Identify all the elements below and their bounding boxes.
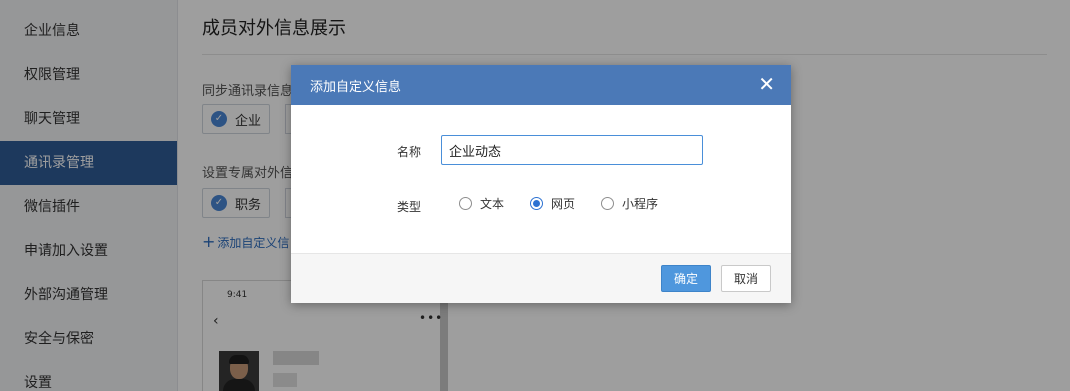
type-radio-group: 文本 网页 小程序 — [459, 195, 684, 212]
radio-miniprogram-label: 小程序 — [622, 197, 659, 211]
confirm-button[interactable]: 确定 — [661, 265, 711, 292]
name-input[interactable] — [441, 135, 703, 165]
radio-unchecked-icon — [459, 197, 472, 210]
radio-text-label: 文本 — [480, 197, 505, 211]
dialog-footer: 确定 取消 — [291, 253, 791, 303]
radio-checked-icon — [530, 197, 544, 210]
radio-webpage[interactable]: 网页 — [530, 195, 575, 212]
radio-miniprogram[interactable]: 小程序 — [601, 195, 658, 212]
radio-text[interactable]: 文本 — [459, 195, 504, 212]
name-label: 名称 — [397, 145, 422, 159]
dialog-title: 添加自定义信息 — [310, 80, 402, 95]
type-label: 类型 — [397, 200, 422, 214]
dialog-header: 添加自定义信息 ✕ — [291, 65, 791, 105]
radio-unchecked-icon — [601, 197, 615, 210]
add-custom-info-dialog: 添加自定义信息 ✕ 名称 类型 文本 网页 小程序 确定 取消 — [291, 65, 791, 303]
radio-webpage-label: 网页 — [551, 197, 576, 211]
cancel-button[interactable]: 取消 — [721, 265, 771, 292]
close-icon[interactable]: ✕ — [758, 72, 775, 96]
